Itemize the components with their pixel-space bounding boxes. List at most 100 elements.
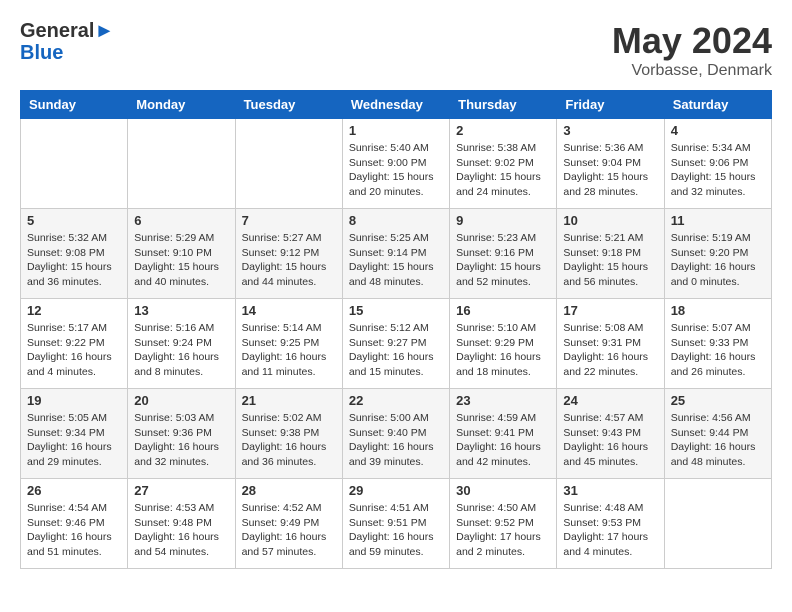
calendar-cell: 7 Sunrise: 5:27 AMSunset: 9:12 PMDaylight… [235, 209, 342, 299]
day-info: Sunrise: 5:10 AMSunset: 9:29 PMDaylight:… [456, 321, 550, 380]
day-info: Sunrise: 5:38 AMSunset: 9:02 PMDaylight:… [456, 141, 550, 200]
day-number: 2 [456, 123, 550, 138]
calendar-cell [235, 119, 342, 209]
day-number: 28 [242, 483, 336, 498]
calendar-cell: 19 Sunrise: 5:05 AMSunset: 9:34 PMDayligh… [21, 389, 128, 479]
calendar-week-row: 26 Sunrise: 4:54 AMSunset: 9:46 PMDayligh… [21, 479, 772, 569]
day-number: 14 [242, 303, 336, 318]
day-info: Sunrise: 5:34 AMSunset: 9:06 PMDaylight:… [671, 141, 765, 200]
day-of-week-header: Wednesday [342, 91, 449, 119]
day-info: Sunrise: 4:48 AMSunset: 9:53 PMDaylight:… [563, 501, 657, 560]
page-header: General► Blue May 2024 Vorbasse, Denmark [20, 20, 772, 80]
day-info: Sunrise: 4:54 AMSunset: 9:46 PMDaylight:… [27, 501, 121, 560]
day-number: 10 [563, 213, 657, 228]
calendar-table: SundayMondayTuesdayWednesdayThursdayFrid… [20, 90, 772, 569]
calendar-cell: 26 Sunrise: 4:54 AMSunset: 9:46 PMDayligh… [21, 479, 128, 569]
day-number: 12 [27, 303, 121, 318]
calendar-cell: 23 Sunrise: 4:59 AMSunset: 9:41 PMDayligh… [450, 389, 557, 479]
calendar-cell [128, 119, 235, 209]
title-block: May 2024 Vorbasse, Denmark [612, 20, 772, 80]
calendar-cell: 27 Sunrise: 4:53 AMSunset: 9:48 PMDayligh… [128, 479, 235, 569]
day-info: Sunrise: 5:08 AMSunset: 9:31 PMDaylight:… [563, 321, 657, 380]
calendar-cell: 14 Sunrise: 5:14 AMSunset: 9:25 PMDayligh… [235, 299, 342, 389]
day-number: 23 [456, 393, 550, 408]
logo-blue: Blue [20, 42, 114, 64]
day-info: Sunrise: 5:12 AMSunset: 9:27 PMDaylight:… [349, 321, 443, 380]
day-number: 18 [671, 303, 765, 318]
calendar-cell: 31 Sunrise: 4:48 AMSunset: 9:53 PMDayligh… [557, 479, 664, 569]
day-number: 17 [563, 303, 657, 318]
day-number: 1 [349, 123, 443, 138]
calendar-week-row: 5 Sunrise: 5:32 AMSunset: 9:08 PMDaylight… [21, 209, 772, 299]
day-info: Sunrise: 5:32 AMSunset: 9:08 PMDaylight:… [27, 231, 121, 290]
day-info: Sunrise: 4:56 AMSunset: 9:44 PMDaylight:… [671, 411, 765, 470]
logo: General► Blue [20, 20, 114, 64]
calendar-week-row: 1 Sunrise: 5:40 AMSunset: 9:00 PMDaylight… [21, 119, 772, 209]
calendar-cell: 11 Sunrise: 5:19 AMSunset: 9:20 PMDayligh… [664, 209, 771, 299]
day-number: 26 [27, 483, 121, 498]
day-info: Sunrise: 4:57 AMSunset: 9:43 PMDaylight:… [563, 411, 657, 470]
day-info: Sunrise: 4:53 AMSunset: 9:48 PMDaylight:… [134, 501, 228, 560]
day-number: 4 [671, 123, 765, 138]
calendar-cell: 5 Sunrise: 5:32 AMSunset: 9:08 PMDaylight… [21, 209, 128, 299]
calendar-cell: 9 Sunrise: 5:23 AMSunset: 9:16 PMDaylight… [450, 209, 557, 299]
day-info: Sunrise: 5:00 AMSunset: 9:40 PMDaylight:… [349, 411, 443, 470]
calendar-cell: 4 Sunrise: 5:34 AMSunset: 9:06 PMDaylight… [664, 119, 771, 209]
day-number: 27 [134, 483, 228, 498]
day-of-week-header: Tuesday [235, 91, 342, 119]
day-number: 19 [27, 393, 121, 408]
day-info: Sunrise: 4:51 AMSunset: 9:51 PMDaylight:… [349, 501, 443, 560]
day-number: 31 [563, 483, 657, 498]
month-year-title: May 2024 [612, 20, 772, 62]
day-of-week-header: Saturday [664, 91, 771, 119]
calendar-cell: 24Sunrise: 4:57 AMSunset: 9:43 PMDayligh… [557, 389, 664, 479]
day-info: Sunrise: 4:59 AMSunset: 9:41 PMDaylight:… [456, 411, 550, 470]
day-number: 5 [27, 213, 121, 228]
day-number: 20 [134, 393, 228, 408]
calendar-cell: 12 Sunrise: 5:17 AMSunset: 9:22 PMDayligh… [21, 299, 128, 389]
day-number: 3 [563, 123, 657, 138]
day-info: Sunrise: 4:50 AMSunset: 9:52 PMDaylight:… [456, 501, 550, 560]
calendar-cell: 6 Sunrise: 5:29 AMSunset: 9:10 PMDaylight… [128, 209, 235, 299]
day-info: Sunrise: 5:29 AMSunset: 9:10 PMDaylight:… [134, 231, 228, 290]
day-info: Sunrise: 5:23 AMSunset: 9:16 PMDaylight:… [456, 231, 550, 290]
calendar-cell: 18 Sunrise: 5:07 AMSunset: 9:33 PMDayligh… [664, 299, 771, 389]
day-of-week-header: Sunday [21, 91, 128, 119]
calendar-cell: 21Sunrise: 5:02 AMSunset: 9:38 PMDayligh… [235, 389, 342, 479]
day-info: Sunrise: 5:27 AMSunset: 9:12 PMDaylight:… [242, 231, 336, 290]
calendar-week-row: 12 Sunrise: 5:17 AMSunset: 9:22 PMDayligh… [21, 299, 772, 389]
calendar-cell: 8Sunrise: 5:25 AMSunset: 9:14 PMDaylight… [342, 209, 449, 299]
day-number: 7 [242, 213, 336, 228]
calendar-cell: 2 Sunrise: 5:38 AMSunset: 9:02 PMDaylight… [450, 119, 557, 209]
calendar-cell [664, 479, 771, 569]
calendar-cell: 3 Sunrise: 5:36 AMSunset: 9:04 PMDaylight… [557, 119, 664, 209]
day-number: 16 [456, 303, 550, 318]
day-number: 9 [456, 213, 550, 228]
day-info: Sunrise: 5:05 AMSunset: 9:34 PMDaylight:… [27, 411, 121, 470]
day-number: 30 [456, 483, 550, 498]
calendar-cell: 10 Sunrise: 5:21 AMSunset: 9:18 PMDayligh… [557, 209, 664, 299]
calendar-cell: 16 Sunrise: 5:10 AMSunset: 9:29 PMDayligh… [450, 299, 557, 389]
day-info: Sunrise: 5:02 AMSunset: 9:38 PMDaylight:… [242, 411, 336, 470]
day-number: 22 [349, 393, 443, 408]
day-info: Sunrise: 5:36 AMSunset: 9:04 PMDaylight:… [563, 141, 657, 200]
day-info: Sunrise: 5:07 AMSunset: 9:33 PMDaylight:… [671, 321, 765, 380]
calendar-cell: 25Sunrise: 4:56 AMSunset: 9:44 PMDayligh… [664, 389, 771, 479]
day-info: Sunrise: 5:19 AMSunset: 9:20 PMDaylight:… [671, 231, 765, 290]
day-info: Sunrise: 5:14 AMSunset: 9:25 PMDaylight:… [242, 321, 336, 380]
day-number: 13 [134, 303, 228, 318]
calendar-cell: 20Sunrise: 5:03 AMSunset: 9:36 PMDayligh… [128, 389, 235, 479]
day-of-week-header: Friday [557, 91, 664, 119]
calendar-cell: 13Sunrise: 5:16 AMSunset: 9:24 PMDayligh… [128, 299, 235, 389]
day-info: Sunrise: 5:21 AMSunset: 9:18 PMDaylight:… [563, 231, 657, 290]
day-of-week-header: Monday [128, 91, 235, 119]
calendar-cell: 29 Sunrise: 4:51 AMSunset: 9:51 PMDayligh… [342, 479, 449, 569]
calendar-cell: 15Sunrise: 5:12 AMSunset: 9:27 PMDayligh… [342, 299, 449, 389]
day-info: Sunrise: 5:17 AMSunset: 9:22 PMDaylight:… [27, 321, 121, 380]
day-info: Sunrise: 5:40 AMSunset: 9:00 PMDaylight:… [349, 141, 443, 200]
day-number: 11 [671, 213, 765, 228]
day-number: 6 [134, 213, 228, 228]
day-number: 29 [349, 483, 443, 498]
calendar-cell: 1 Sunrise: 5:40 AMSunset: 9:00 PMDaylight… [342, 119, 449, 209]
day-of-week-header: Thursday [450, 91, 557, 119]
